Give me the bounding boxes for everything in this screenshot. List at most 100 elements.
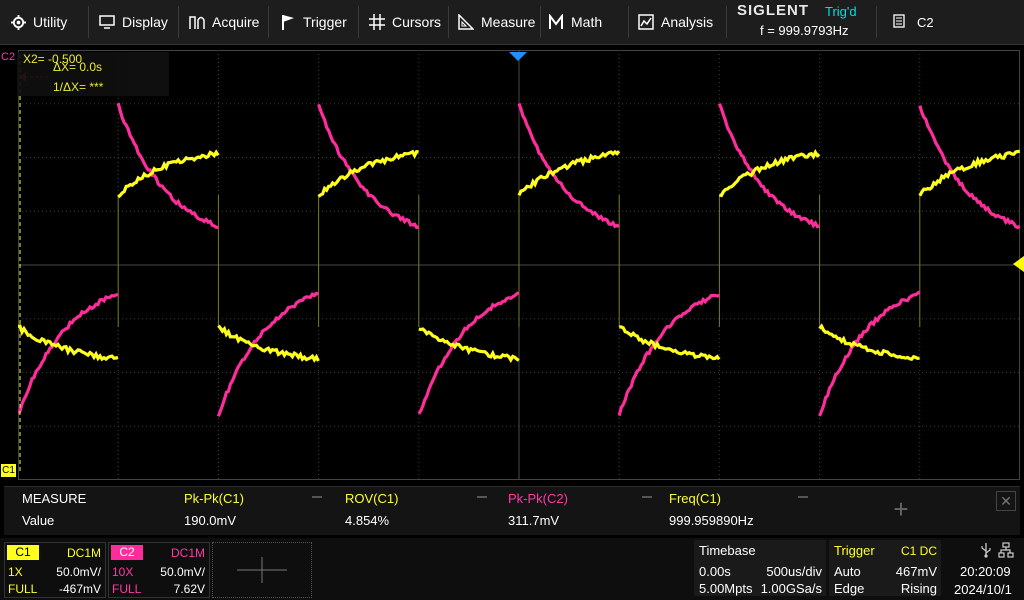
- gear-icon: [10, 14, 26, 30]
- ch1-label: C1: [7, 545, 39, 560]
- ch1-coupling: DC1M: [67, 546, 101, 560]
- ch2-bandwidth: FULL: [112, 582, 141, 596]
- network-icon: [998, 542, 1014, 561]
- trigger-slope: Rising: [901, 581, 937, 596]
- ch1-scale: 50.0mV/: [56, 565, 101, 579]
- clock-time: 20:20:09: [960, 564, 1011, 579]
- measure-item[interactable]: ROV(C1) 4.854%: [331, 487, 494, 535]
- cursor-inverse-delta-x: 1/ΔX= ***: [53, 80, 103, 94]
- menu-divider: [726, 6, 727, 38]
- menu-divider: [628, 6, 629, 38]
- add-measure-button[interactable]: +: [889, 497, 913, 521]
- menu-acquire-label: Acquire: [212, 14, 259, 30]
- timebase-title: Timebase: [699, 543, 756, 558]
- measure-item-handle: [477, 496, 487, 498]
- marker-layer: [0, 44, 1024, 480]
- system-clock: 20:20:09 2024/10/1: [946, 540, 1022, 596]
- active-channel-selector[interactable]: C2: [893, 8, 934, 36]
- measure-item[interactable]: Pk-Pk(C1) 190.0mV: [166, 487, 329, 535]
- ch2-label: C2: [111, 545, 143, 560]
- usb-icon: [980, 542, 992, 561]
- menu-acquire[interactable]: Acquire: [189, 6, 259, 38]
- ruler-icon: [458, 14, 474, 30]
- top-menu-bar: Utility Display Acquire Trigger Cursors …: [0, 0, 1024, 45]
- sample-rate: 1.00GSa/s: [761, 581, 822, 596]
- measure-item-handle: [642, 496, 652, 498]
- clock-date: 2024/10/1: [954, 582, 1012, 597]
- measure-value: 4.854%: [345, 513, 389, 531]
- measure-item-handle: [798, 496, 808, 498]
- cursor-delta-x: ΔX= 0.0s: [53, 60, 102, 74]
- trigger-status: Trig'd: [825, 4, 857, 19]
- crosshair-icon: [369, 14, 385, 30]
- measure-item-handle: [312, 496, 322, 498]
- menu-utility[interactable]: Utility: [10, 6, 67, 38]
- menu-divider: [88, 6, 89, 38]
- close-measure-button[interactable]: ✕: [996, 491, 1016, 511]
- ch1-ground-marker[interactable]: C1: [1, 464, 16, 477]
- menu-divider: [540, 6, 541, 38]
- menu-math-label: Math: [571, 14, 602, 30]
- ch2-ground-marker[interactable]: C2: [1, 51, 15, 63]
- memory-depth: 5.00Mpts: [699, 581, 752, 596]
- menu-measure[interactable]: Measure: [458, 6, 535, 38]
- menu-divider: [358, 6, 359, 38]
- trigger-box[interactable]: Trigger C1 DC Auto 467mV Edge Rising: [829, 540, 941, 596]
- ch2-coupling: DC1M: [171, 546, 205, 560]
- trigger-position-marker[interactable]: [509, 52, 527, 61]
- measure-name: Freq(C1): [669, 491, 721, 509]
- bottom-status-bar: C1 DC1M 1X 50.0mV/ FULL -467mV C2 DC1M 1…: [0, 538, 1024, 600]
- menu-trigger-label: Trigger: [303, 14, 347, 30]
- menu-math[interactable]: Math: [548, 6, 602, 38]
- brand-status-box: SIGLENT Trig'd f = 999.9793Hz: [733, 2, 871, 42]
- menu-display-label: Display: [122, 14, 168, 30]
- measure-name: Pk-Pk(C1): [184, 491, 244, 509]
- menu-measure-label: Measure: [481, 14, 535, 30]
- menu-utility-label: Utility: [33, 14, 67, 30]
- menu-analysis-label: Analysis: [661, 14, 713, 30]
- ch2-offset: 7.62V: [174, 582, 205, 596]
- timebase-box[interactable]: Timebase 0.00s 500us/div 5.00Mpts 1.00GS…: [694, 540, 826, 596]
- ch1-bandwidth: FULL: [8, 582, 37, 596]
- trigger-title: Trigger: [834, 543, 875, 558]
- ch1-probe: 1X: [8, 565, 23, 579]
- measure-row-label: Value: [22, 513, 54, 531]
- menu-divider: [268, 6, 269, 38]
- menu-cursors[interactable]: Cursors: [369, 6, 441, 38]
- frequency-counter: f = 999.9793Hz: [760, 23, 849, 38]
- measure-item[interactable]: Freq(C1) 999.959890Hz: [661, 487, 814, 535]
- menu-analysis[interactable]: Analysis: [638, 6, 713, 38]
- menu-divider: [178, 6, 179, 38]
- add-channel-slot[interactable]: [212, 542, 312, 598]
- ch2-probe: 10X: [112, 565, 133, 579]
- document-icon: [893, 14, 905, 31]
- measure-item[interactable]: Pk-Pk(C2) 311.7mV: [496, 487, 659, 535]
- active-channel-label: C2: [917, 15, 934, 30]
- trigger-type: Edge: [834, 581, 864, 596]
- ch2-scale: 50.0mV/: [160, 565, 205, 579]
- measure-title: MEASURE: [22, 491, 86, 509]
- timebase-delay: 0.00s: [699, 564, 731, 579]
- ch2-settings-box[interactable]: C2 DC1M 10X 50.0mV/ FULL 7.62V: [108, 542, 210, 598]
- trigger-source: C1 DC: [901, 544, 937, 558]
- cursor-readout: X2= -0.500 ΔX= 0.0s 1/ΔX= ***: [17, 52, 169, 96]
- trigger-level: 467mV: [896, 564, 937, 579]
- trigger-mode: Auto: [834, 564, 861, 579]
- menu-cursors-label: Cursors: [392, 14, 441, 30]
- measure-name: Pk-Pk(C2): [508, 491, 568, 509]
- ch1-settings-box[interactable]: C1 DC1M 1X 50.0mV/ FULL -467mV: [4, 542, 106, 598]
- math-m-icon: [548, 14, 564, 30]
- menu-divider: [448, 6, 449, 38]
- analysis-chart-icon: [638, 14, 654, 30]
- timebase-scale: 500us/div: [766, 564, 822, 579]
- trigger-level-marker[interactable]: [1013, 256, 1024, 272]
- brand-logo: SIGLENT: [737, 2, 809, 19]
- acquire-wave-icon: [189, 14, 205, 30]
- menu-display[interactable]: Display: [99, 6, 168, 38]
- measure-name: ROV(C1): [345, 491, 398, 509]
- measure-panel: MEASURE Value Pk-Pk(C1) 190.0mV ROV(C1) …: [4, 486, 1020, 535]
- menu-trigger[interactable]: Trigger: [280, 6, 347, 38]
- plus-icon: [213, 543, 311, 597]
- monitor-icon: [99, 14, 115, 30]
- measure-value: 311.7mV: [508, 513, 559, 531]
